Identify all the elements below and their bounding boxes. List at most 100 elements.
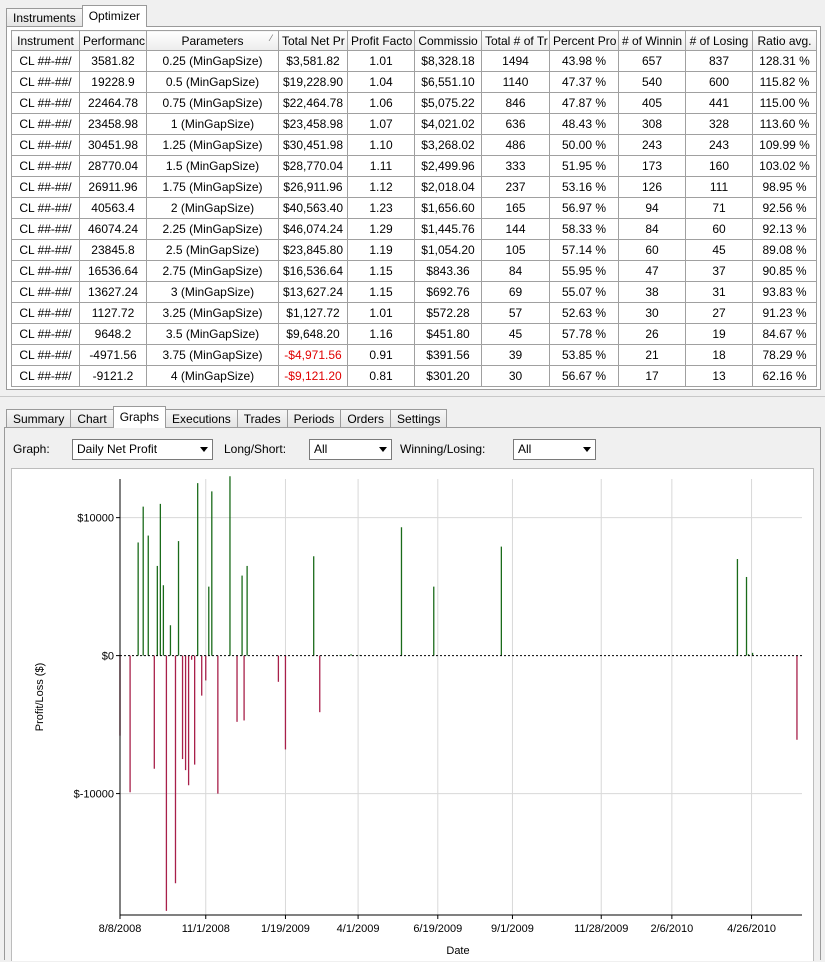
column-header-winning-trades[interactable]: # of Winnin [618,30,686,51]
column-header-total-trades[interactable]: Total # of Tr [481,30,550,51]
chevron-down-icon [583,447,591,452]
tab-optimizer[interactable]: Optimizer [81,5,148,27]
table-row[interactable]: CL ##-##/-9121.2 4 (MinGapSize) -$9,121.20… [11,365,817,387]
tab-executions[interactable]: Executions [165,409,238,428]
table-row[interactable]: CL ##-##/23458.98 1 (MinGapSize) $23,458.9… [11,113,817,135]
table-cell: 53.85 % [549,344,619,366]
table-cell: 1.12 [347,176,415,198]
long-short-select-value: All [314,442,328,456]
table-cell: 173 [618,155,686,177]
table-cell: 43.98 % [549,50,619,72]
column-header-commission[interactable]: Commissio [414,30,482,51]
chart-canvas: $10000 $0 $-10000 8/8/2008 11/1/2008 1/19/200… [34,476,802,957]
tab-chart[interactable]: Chart [70,409,114,428]
table-cell: 19 [685,323,753,345]
table-cell: 2.25 (MinGapSize) [146,218,279,240]
table-cell: $2,499.96 [414,155,482,177]
table-cell: $1,127.72 [278,302,348,324]
table-cell: 30 [618,302,686,324]
table-cell: $5,075.22 [414,92,482,114]
column-header-losing-trades[interactable]: # of Losing [685,30,753,51]
table-row[interactable]: CL ##-##/40563.4 2 (MinGapSize) $40,563.40… [11,197,817,219]
table-cell: 23458.98 [79,113,147,135]
table-cell: 78.29 % [752,344,817,366]
y-axis-title: Profit/Loss ($) [34,663,46,731]
table-cell: 243 [618,134,686,156]
table-row[interactable]: CL ##-##/23845.8 2.5 (MinGapSize) $23,845.… [11,239,817,261]
table-cell: 237 [481,176,550,198]
long-short-select[interactable]: All [309,439,392,460]
table-cell: 57.78 % [549,323,619,345]
table-cell: 3.5 (MinGapSize) [146,323,279,345]
table-cell: 45 [685,239,753,261]
table-cell: 37 [685,260,753,282]
column-header-percent-profitable[interactable]: Percent Pro [549,30,619,51]
winning-losing-select[interactable]: All [513,439,596,460]
table-cell: 60 [685,218,753,240]
table-row[interactable]: CL ##-##/13627.24 3 (MinGapSize) $13,627.2… [11,281,817,303]
table-cell: 30451.98 [79,134,147,156]
table-cell: $30,451.98 [278,134,348,156]
table-row[interactable]: CL ##-##/16536.64 2.75 (MinGapSize) $16,53… [11,260,817,282]
graph-select[interactable]: Daily Net Profit [72,439,213,460]
table-cell: 1494 [481,50,550,72]
tab-graphs[interactable]: Graphs [112,406,167,428]
table-cell: 57.14 % [549,239,619,261]
table-cell: 3.75 (MinGapSize) [146,344,279,366]
column-header-performance[interactable]: Performanc [79,30,147,51]
table-cell: $2,018.04 [414,176,482,198]
tab-summary[interactable]: Summary [6,409,72,428]
table-row[interactable]: CL ##-##/26911.96 1.75 (MinGapSize) $26,91… [11,176,817,198]
y-tick-label: $10000 [77,513,114,525]
table-cell: CL ##-##/ [11,71,80,93]
table-row[interactable]: CL ##-##/3581.82 0.25 (MinGapSize) $3,581.… [11,50,817,72]
tab-orders[interactable]: Orders [340,409,392,428]
table-cell: 1.19 [347,239,415,261]
tab-settings[interactable]: Settings [390,409,448,428]
table-cell: 31 [685,281,753,303]
table-cell: 90.85 % [752,260,817,282]
table-cell: 26 [618,323,686,345]
table-cell: $301.20 [414,365,482,387]
table-cell: 98.95 % [752,176,817,198]
table-cell: $46,074.24 [278,218,348,240]
table-cell: 47.37 % [549,71,619,93]
table-row[interactable]: CL ##-##/28770.04 1.5 (MinGapSize) $28,770… [11,155,817,177]
table-cell: 93.83 % [752,281,817,303]
tab-instruments[interactable]: Instruments [6,8,83,27]
table-cell: 111 [685,176,753,198]
column-header-total-net-profit[interactable]: Total Net Pr [278,30,348,51]
table-cell: 55.95 % [549,260,619,282]
table-row[interactable]: CL ##-##/30451.98 1.25 (MinGapSize) $30,45… [11,134,817,156]
table-cell: 308 [618,113,686,135]
panel-splitter[interactable] [0,396,825,397]
column-header-instrument[interactable]: Instrument [11,30,80,51]
table-cell: 27 [685,302,753,324]
table-cell: 160 [685,155,753,177]
table-row[interactable]: CL ##-##/46074.24 2.25 (MinGapSize) $46,07… [11,218,817,240]
table-cell: 48.43 % [549,113,619,135]
column-header-profit-factor[interactable]: Profit Facto [347,30,415,51]
x-tick-label: 4/1/2009 [337,923,380,935]
table-cell: 1.23 [347,197,415,219]
table-cell: 2 (MinGapSize) [146,197,279,219]
table-cell: 328 [685,113,753,135]
column-header-parameters[interactable]: Parameters ⁄ [146,30,279,51]
table-row[interactable]: CL ##-##/19228.9 0.5 (MinGapSize) $19,228.… [11,71,817,93]
table-row[interactable]: CL ##-##/9648.2 3.5 (MinGapSize) $9,648.20… [11,323,817,345]
table-cell: 56.67 % [549,365,619,387]
table-cell: 47.87 % [549,92,619,114]
tab-periods[interactable]: Periods [286,409,342,428]
column-header-ratio-avg[interactable]: Ratio avg. [752,30,817,51]
x-tick-label: 4/26/2010 [727,923,776,935]
table-row[interactable]: CL ##-##/22464.78 0.75 (MinGapSize) $22,46… [11,92,817,114]
table-cell: 4 (MinGapSize) [146,365,279,387]
table-row[interactable]: CL ##-##/1127.72 3.25 (MinGapSize) $1,127.… [11,302,817,324]
table-cell: CL ##-##/ [11,50,80,72]
table-cell: 46074.24 [79,218,147,240]
tab-trades[interactable]: Trades [236,409,288,428]
table-cell: 19228.9 [79,71,147,93]
table-cell: CL ##-##/ [11,134,80,156]
table-cell: 115.00 % [752,92,817,114]
table-row[interactable]: CL ##-##/-4971.56 3.75 (MinGapSize) -$4,97… [11,344,817,366]
